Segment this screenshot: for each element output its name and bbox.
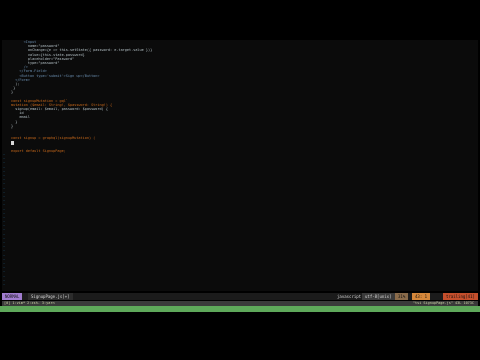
terminal-screen: <Input name="password" onChange={e => th… (0, 0, 480, 360)
empty-buffer-line: ~ (2, 283, 478, 287)
percent-label: 31% (395, 293, 409, 300)
tilde-marker: ~ (3, 282, 6, 287)
position-label: 43: 1 (412, 293, 431, 300)
vim-statusline: NORMAL SignupPage.js[+] javascript utf-8… (2, 293, 478, 300)
filename-label: SignupPage.js[+] (28, 293, 73, 300)
tmux-status-bar (0, 306, 480, 312)
mode-indicator: NORMAL (2, 293, 23, 300)
warning-badge: trailing[41] (443, 293, 478, 300)
encoding-label: utf-8[unix] (362, 293, 395, 300)
text-cursor (11, 140, 14, 145)
filetype-label: javascript (337, 294, 362, 299)
vim-editor[interactable]: <Input name="password" onChange={e => th… (2, 40, 478, 291)
